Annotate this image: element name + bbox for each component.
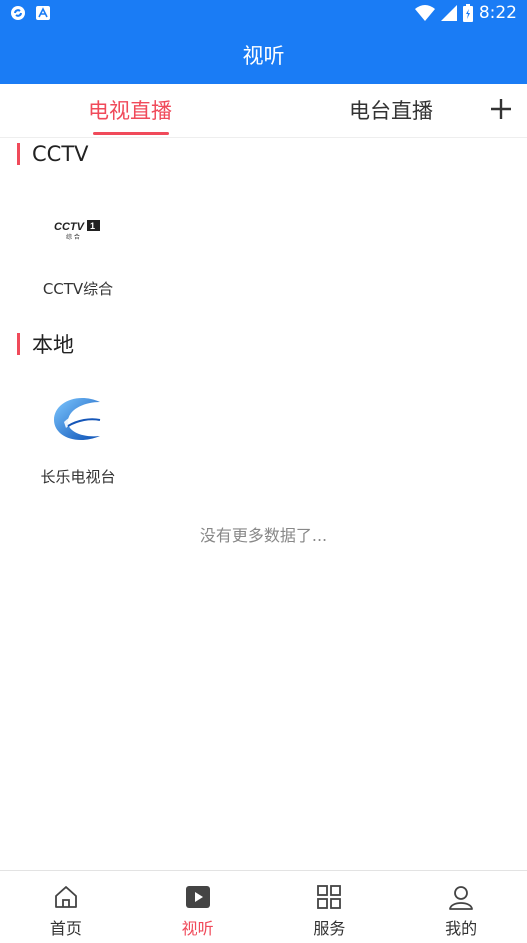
home-icon (54, 886, 77, 908)
svg-text:综 合: 综 合 (66, 233, 80, 241)
tab-tv-live[interactable]: 电视直播 (88, 84, 172, 138)
bottom-nav: 首页 视听 服务 我的 (0, 870, 527, 943)
channel-name: CCTV综合 (42, 280, 114, 298)
wifi-icon (414, 5, 435, 21)
grid-icon (317, 885, 342, 909)
nav-item-service[interactable]: 服务 (264, 871, 396, 943)
nav-label: 服务 (313, 919, 346, 938)
svg-text:CCTV: CCTV (54, 221, 86, 233)
channel-item-changle[interactable]: 长乐电视台 (23, 378, 133, 487)
nav-label: 首页 (49, 919, 82, 938)
play-icon (185, 886, 210, 908)
nav-item-media[interactable]: 视听 (132, 871, 264, 943)
page-title: 视听 (242, 44, 285, 68)
nav-label: 视听 (181, 919, 214, 938)
section-marker (17, 143, 20, 165)
tab-bar: 电视直播 电台直播 (0, 84, 527, 138)
section-title-text: 本地 (32, 333, 74, 357)
nav-label: 我的 (445, 919, 478, 938)
section-title-text: CCTV (32, 142, 89, 166)
app-bar: 视听 (0, 28, 527, 84)
channel-name: 长乐电视台 (40, 468, 116, 486)
user-icon (449, 886, 474, 910)
status-bar: 8:22 (0, 0, 527, 28)
no-more-data-text: 没有更多数据了... (199, 526, 328, 545)
nav-item-home[interactable]: 首页 (0, 871, 132, 943)
section-marker (17, 333, 20, 355)
tab-indicator (93, 132, 169, 135)
svg-text:1: 1 (90, 221, 95, 231)
section-title-local: 本地 (17, 329, 74, 359)
add-icon[interactable] (489, 97, 513, 121)
changle-tv-logo-icon (23, 378, 133, 458)
battery-icon (462, 4, 473, 22)
section-title-cctv: CCTV (17, 142, 89, 166)
channel-item-cctv[interactable]: CCTV 1 综 合 CCTV综合 (23, 190, 133, 299)
status-time: 8:22 (478, 3, 517, 23)
nav-item-mine[interactable]: 我的 (395, 871, 527, 943)
tab-radio-live[interactable]: 电台直播 (349, 84, 433, 138)
cctv1-logo-icon: CCTV 1 综 合 (23, 190, 133, 270)
notification-a-icon (36, 6, 50, 20)
sync-icon (11, 6, 25, 20)
signal-icon (440, 5, 457, 21)
